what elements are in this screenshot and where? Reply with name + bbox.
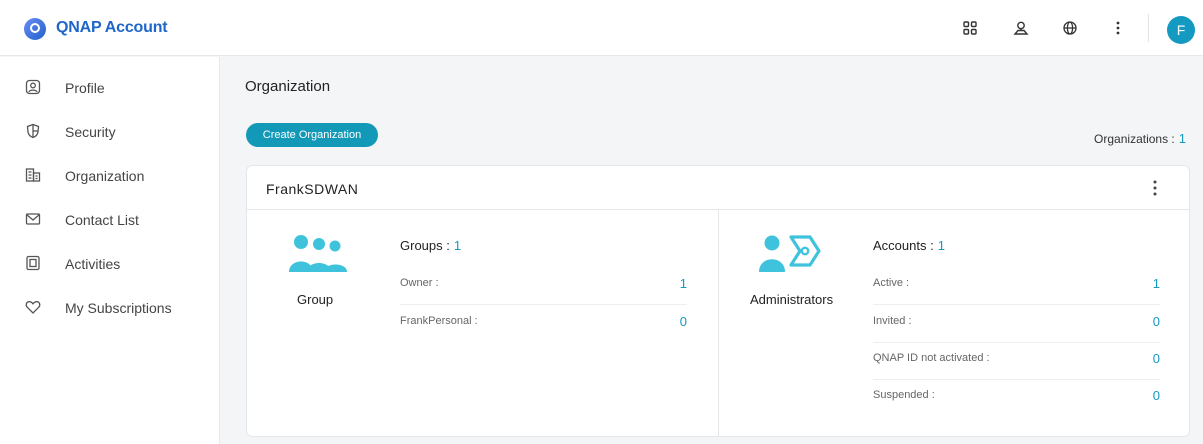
sidebar-item-contact-list[interactable]: Contact List <box>0 200 219 240</box>
accounts-count: 1 <box>937 238 945 253</box>
organization-card: FrankSDWAN Group Groups :1 Owner : 1 Fra… <box>246 165 1190 437</box>
profile-icon <box>25 79 41 95</box>
pane-divider <box>718 210 719 436</box>
sidebar-item-label: Organization <box>65 168 145 184</box>
sidebar-item-activities[interactable]: Activities <box>0 244 219 284</box>
header-divider <box>1148 14 1149 42</box>
row-label: Active : <box>873 277 910 289</box>
organization-card-header: FrankSDWAN <box>247 166 1189 210</box>
create-organization-button[interactable]: Create Organization <box>246 123 378 147</box>
list-item: Active : 1 <box>873 268 1160 305</box>
group-label: Group <box>297 292 334 307</box>
sidebar: Profile Security Organization Contact Li… <box>0 57 220 444</box>
sidebar-item-label: My Subscriptions <box>65 300 172 316</box>
sidebar-item-label: Contact List <box>65 212 139 228</box>
shield-icon <box>25 123 41 139</box>
mail-icon <box>25 211 41 227</box>
list-item: Invited : 0 <box>873 306 1160 343</box>
avatar[interactable]: F <box>1167 16 1195 44</box>
organization-name: FrankSDWAN <box>266 181 359 197</box>
sidebar-item-my-subscriptions[interactable]: My Subscriptions <box>0 288 219 328</box>
administrators-label: Administrators <box>750 292 834 307</box>
list-item: Owner : 1 <box>400 268 687 305</box>
qnap-logo-icon[interactable] <box>24 18 46 40</box>
sidebar-item-organization[interactable]: Organization <box>0 156 219 196</box>
location-icon[interactable] <box>1013 20 1029 36</box>
page-title: Organization <box>245 78 331 95</box>
groups-title-label: Groups : <box>400 238 450 253</box>
row-label: QNAP ID not activated : <box>873 352 990 364</box>
sidebar-item-label: Profile <box>65 80 105 96</box>
app-title[interactable]: QNAP Account <box>56 19 168 37</box>
top-header: QNAP Account F <box>0 0 1203 56</box>
row-label: FrankPersonal : <box>400 315 478 327</box>
list-item: QNAP ID not activated : 0 <box>873 343 1160 380</box>
row-label: Owner : <box>400 277 439 289</box>
group-people-icon <box>287 234 351 279</box>
sidebar-item-profile[interactable]: Profile <box>0 68 219 108</box>
more-vertical-icon[interactable] <box>1151 178 1159 198</box>
building-icon <box>25 167 41 183</box>
heart-icon <box>25 299 41 315</box>
row-value[interactable]: 0 <box>1153 314 1160 329</box>
row-value[interactable]: 1 <box>680 276 687 291</box>
row-value[interactable]: 0 <box>1153 351 1160 366</box>
administrator-key-icon <box>758 232 822 279</box>
row-value[interactable]: 0 <box>1153 388 1160 403</box>
accounts-title: Accounts :1 <box>873 238 945 253</box>
list-item: Suspended : 0 <box>873 380 1160 417</box>
apps-grid-icon[interactable] <box>962 20 978 36</box>
organizations-count-value: 1 <box>1178 131 1186 146</box>
sidebar-item-label: Activities <box>65 256 121 272</box>
accounts-title-label: Accounts : <box>873 238 934 253</box>
row-label: Suspended : <box>873 389 935 401</box>
list-item: FrankPersonal : 0 <box>400 306 687 343</box>
row-label: Invited : <box>873 315 912 327</box>
row-value[interactable]: 1 <box>1153 276 1160 291</box>
organizations-count: Organizations :1 <box>1094 131 1186 146</box>
row-value[interactable]: 0 <box>680 314 687 329</box>
groups-title: Groups :1 <box>400 238 461 253</box>
document-icon <box>25 255 41 271</box>
sidebar-item-label: Security <box>65 124 116 140</box>
globe-icon[interactable] <box>1062 20 1078 36</box>
organizations-count-label: Organizations : <box>1094 132 1175 146</box>
sidebar-item-security[interactable]: Security <box>0 112 219 152</box>
more-vertical-icon[interactable] <box>1110 20 1126 36</box>
groups-count: 1 <box>453 238 462 253</box>
